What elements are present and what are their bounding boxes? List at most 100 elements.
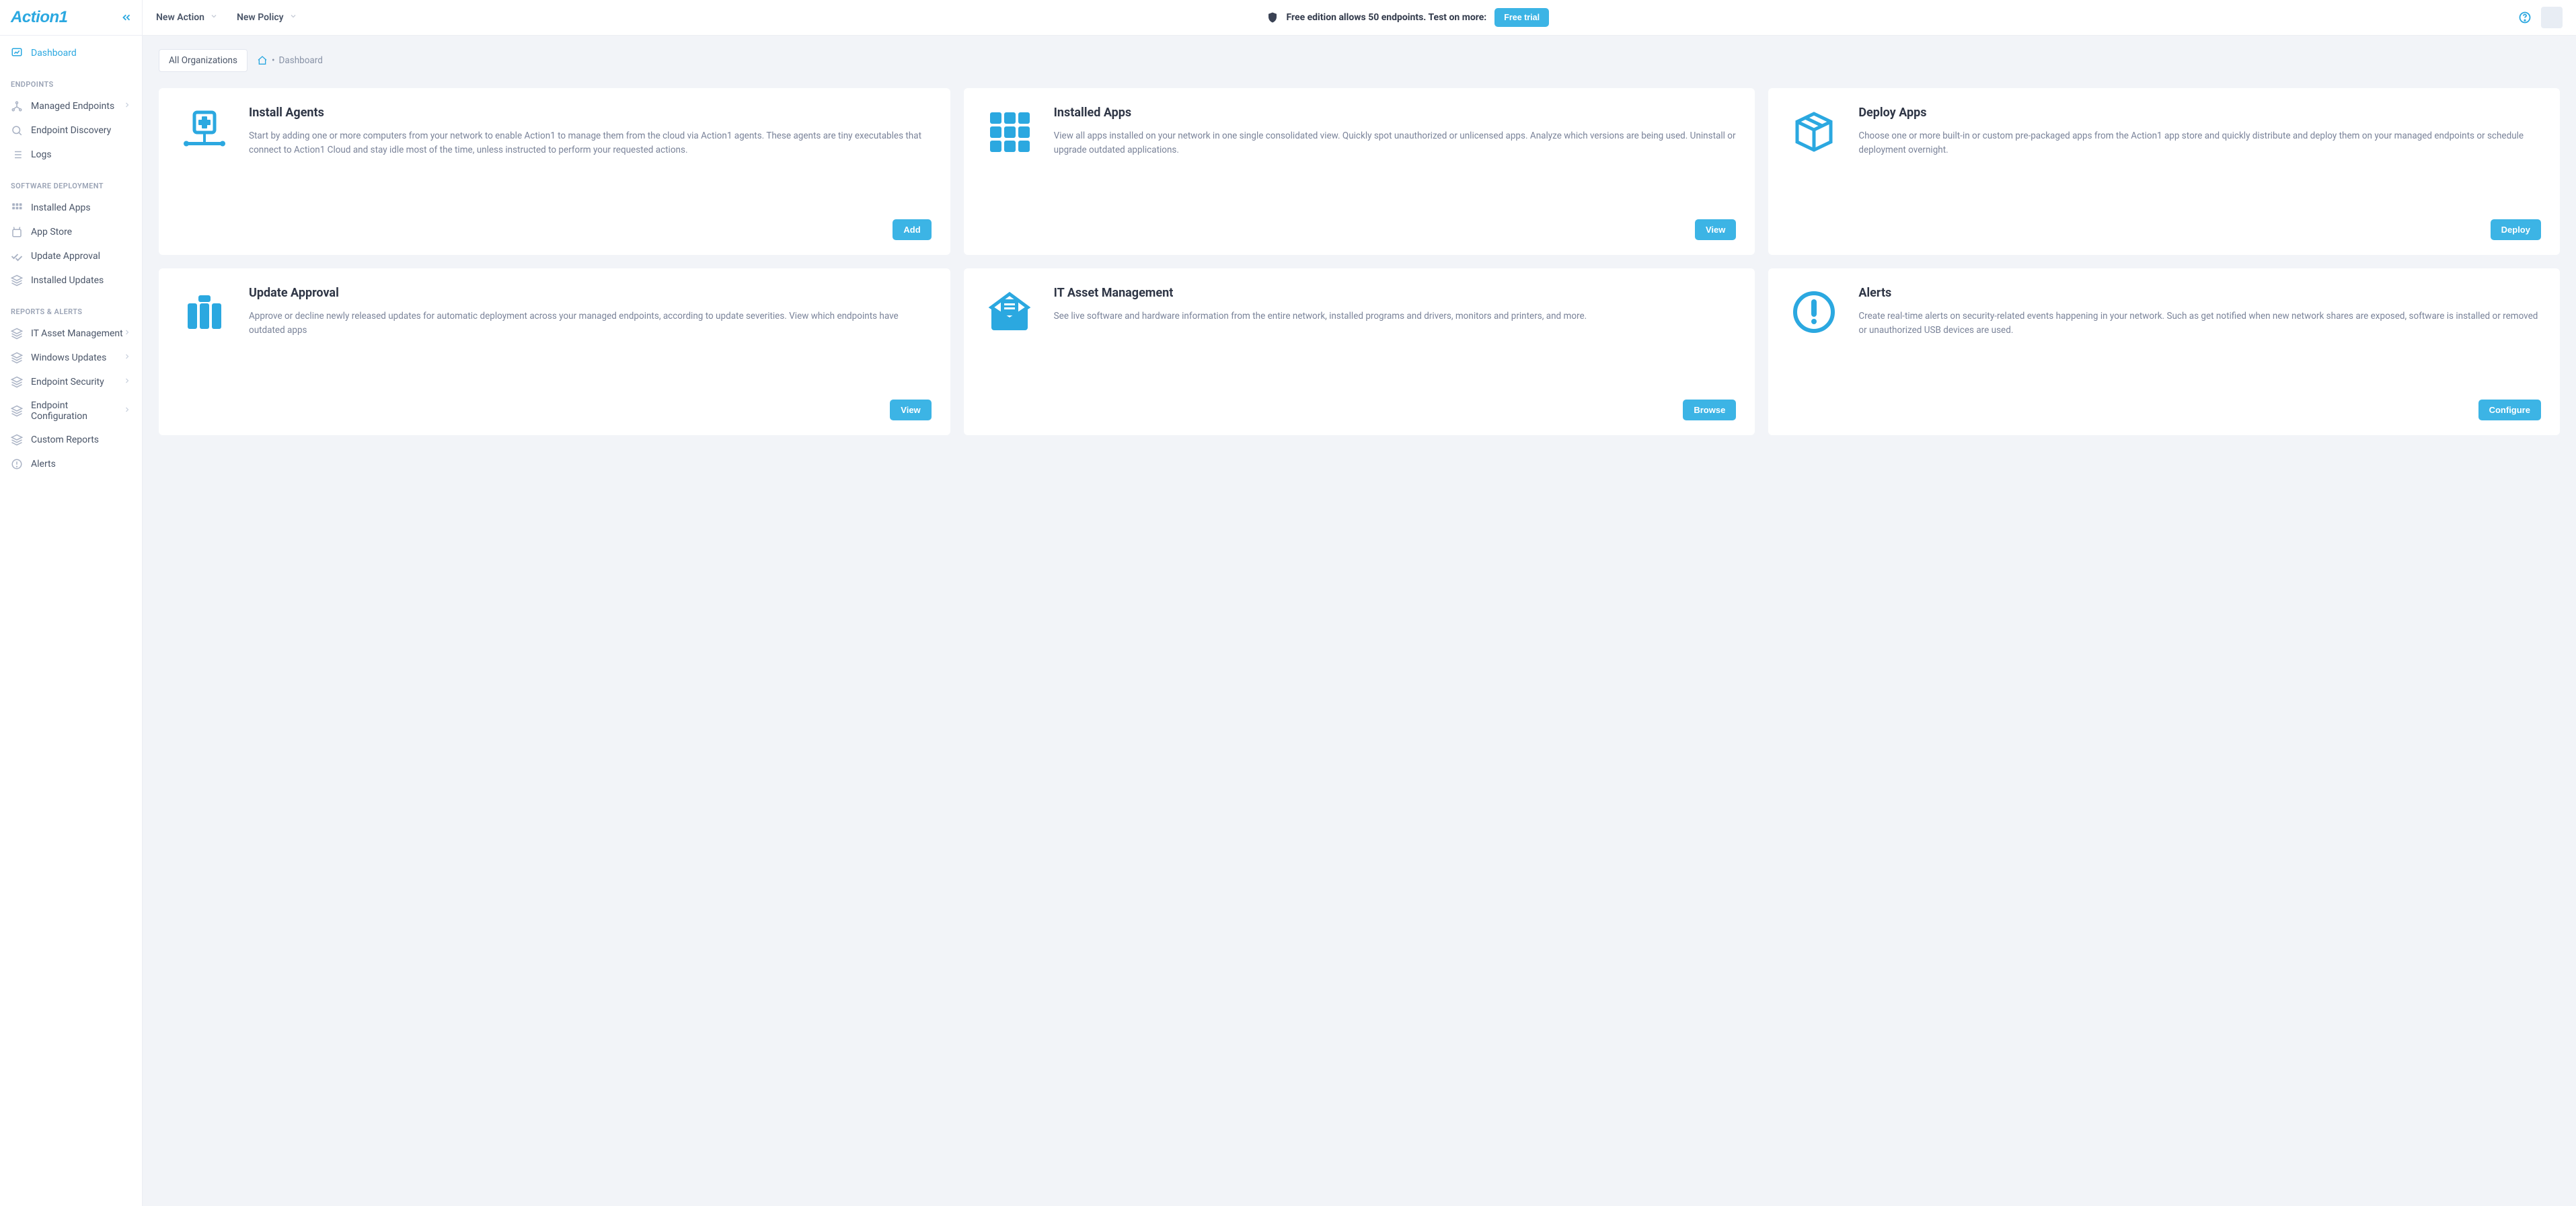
card-title: Deploy Apps: [1858, 106, 2541, 120]
breadcrumb-current: Dashboard: [279, 55, 323, 66]
new-policy-dropdown[interactable]: New Policy: [237, 12, 297, 23]
search-icon: [11, 124, 23, 137]
card-alerts: Alerts Create real-time alerts on securi…: [1768, 268, 2560, 435]
chevron-right-icon: [123, 377, 131, 387]
install-agents-icon: [178, 106, 231, 209]
user-avatar[interactable]: [2541, 7, 2563, 28]
topbar: New Action New Policy Free edition allow…: [143, 0, 2576, 36]
org-selector[interactable]: All Organizations: [159, 49, 248, 72]
sidebar-item-logs[interactable]: Logs: [0, 143, 142, 167]
sidebar-nav: Dashboard ENDPOINTS Managed Endpoints En…: [0, 36, 142, 492]
main: New Action New Policy Free edition allow…: [143, 0, 2576, 1206]
sidebar-item-label: Dashboard: [31, 48, 77, 59]
sidebar-section-endpoints: ENDPOINTS: [0, 65, 142, 94]
card-install-agents: Install Agents Start by adding one or mo…: [159, 88, 950, 255]
layers-icon: [11, 352, 23, 364]
add-button[interactable]: Add: [893, 219, 931, 240]
sidebar-item-update-approval[interactable]: Update Approval: [0, 244, 142, 268]
check-double-icon: [11, 250, 23, 262]
sidebar-item-endpoint-security[interactable]: Endpoint Security: [0, 370, 142, 394]
card-title: Install Agents: [249, 106, 932, 120]
help-button[interactable]: [2518, 11, 2532, 24]
sidebar-item-alerts[interactable]: Alerts: [0, 452, 142, 476]
sidebar-item-label: Managed Endpoints: [31, 101, 114, 112]
chevron-down-icon: [289, 12, 297, 23]
chevron-right-icon: [123, 101, 131, 112]
alert-icon: [11, 458, 23, 470]
dashboard-cards: Install Agents Start by adding one or mo…: [143, 72, 2576, 451]
network-icon: [11, 100, 23, 112]
sidebar-item-label: Installed Updates: [31, 275, 104, 286]
sidebar-item-managed-endpoints[interactable]: Managed Endpoints: [0, 94, 142, 118]
briefcase-icon: [178, 286, 231, 389]
layers-icon: [11, 405, 23, 417]
sidebar-item-label: IT Asset Management: [31, 328, 123, 339]
shield-badge-icon: [1266, 11, 1279, 24]
card-it-asset: IT Asset Management See live software an…: [964, 268, 1755, 435]
bag-icon: [11, 226, 23, 238]
sidebar: Action1 Dashboard ENDPOINTS Managed Endp…: [0, 0, 143, 1206]
sidebar-header: Action1: [0, 0, 142, 36]
apps-grid-icon: [983, 106, 1036, 209]
sidebar-item-windows-updates[interactable]: Windows Updates: [0, 346, 142, 370]
sidebar-item-label: Update Approval: [31, 251, 100, 262]
help-circle-icon: [2518, 11, 2532, 24]
sidebar-section-software: SOFTWARE DEPLOYMENT: [0, 167, 142, 196]
sidebar-item-it-asset[interactable]: IT Asset Management: [0, 322, 142, 346]
sidebar-item-installed-updates[interactable]: Installed Updates: [0, 268, 142, 293]
sidebar-item-endpoint-discovery[interactable]: Endpoint Discovery: [0, 118, 142, 143]
breadcrumb: • Dashboard: [257, 55, 323, 66]
alert-circle-icon: [1787, 286, 1841, 389]
browse-button[interactable]: Browse: [1683, 400, 1736, 420]
package-icon: [1787, 106, 1841, 209]
configure-button[interactable]: Configure: [2478, 400, 2541, 420]
layers-icon: [11, 434, 23, 446]
new-action-dropdown[interactable]: New Action: [156, 12, 218, 23]
sidebar-item-app-store[interactable]: App Store: [0, 220, 142, 244]
sidebar-item-custom-reports[interactable]: Custom Reports: [0, 428, 142, 452]
view-button[interactable]: View: [890, 400, 931, 420]
breadcrumb-separator: •: [272, 55, 275, 66]
topbar-right: [2518, 7, 2563, 28]
sidebar-item-installed-apps[interactable]: Installed Apps: [0, 196, 142, 220]
layers-icon: [11, 328, 23, 340]
dashboard-icon: [11, 47, 23, 59]
sidebar-item-label: Endpoint Configuration: [31, 400, 123, 422]
sidebar-item-label: Windows Updates: [31, 352, 106, 363]
card-title: Installed Apps: [1054, 106, 1737, 120]
card-desc: See live software and hardware informati…: [1054, 309, 1587, 324]
view-button[interactable]: View: [1695, 219, 1736, 240]
card-installed-apps: Installed Apps View all apps installed o…: [964, 88, 1755, 255]
logo: Action1: [11, 8, 68, 27]
chevron-double-left-icon: [120, 11, 132, 24]
card-desc: Choose one or more built-in or custom pr…: [1858, 129, 2541, 157]
chevron-right-icon: [123, 328, 131, 339]
card-update-approval: Update Approval Approve or decline newly…: [159, 268, 950, 435]
sidebar-item-endpoint-config[interactable]: Endpoint Configuration: [0, 394, 142, 428]
chevron-right-icon: [123, 406, 131, 416]
card-title: Alerts: [1858, 286, 2541, 300]
card-title: Update Approval: [249, 286, 932, 300]
collapse-sidebar-button[interactable]: [120, 11, 132, 24]
card-desc: Create real-time alerts on security-rela…: [1858, 309, 2541, 338]
card-title: IT Asset Management: [1054, 286, 1587, 300]
free-trial-button[interactable]: Free trial: [1494, 8, 1549, 27]
sidebar-item-dashboard[interactable]: Dashboard: [0, 41, 142, 65]
layers-icon: [11, 376, 23, 388]
sidebar-item-label: Logs: [31, 149, 52, 160]
new-action-label: New Action: [156, 12, 204, 23]
sidebar-item-label: Custom Reports: [31, 435, 99, 445]
sidebar-item-label: Endpoint Security: [31, 377, 104, 387]
home-icon[interactable]: [257, 55, 268, 66]
breadcrumb-row: All Organizations • Dashboard: [143, 36, 2576, 72]
sidebar-item-label: Alerts: [31, 459, 56, 469]
sidebar-item-label: App Store: [31, 227, 72, 237]
trial-banner-text: Free edition allows 50 endpoints. Test o…: [1287, 12, 1487, 23]
card-deploy-apps: Deploy Apps Choose one or more built-in …: [1768, 88, 2560, 255]
card-desc: View all apps installed on your network …: [1054, 129, 1737, 157]
chevron-down-icon: [210, 12, 218, 23]
grid-icon: [11, 202, 23, 214]
card-desc: Approve or decline newly released update…: [249, 309, 932, 338]
layers-icon: [11, 274, 23, 287]
deploy-button[interactable]: Deploy: [2491, 219, 2541, 240]
